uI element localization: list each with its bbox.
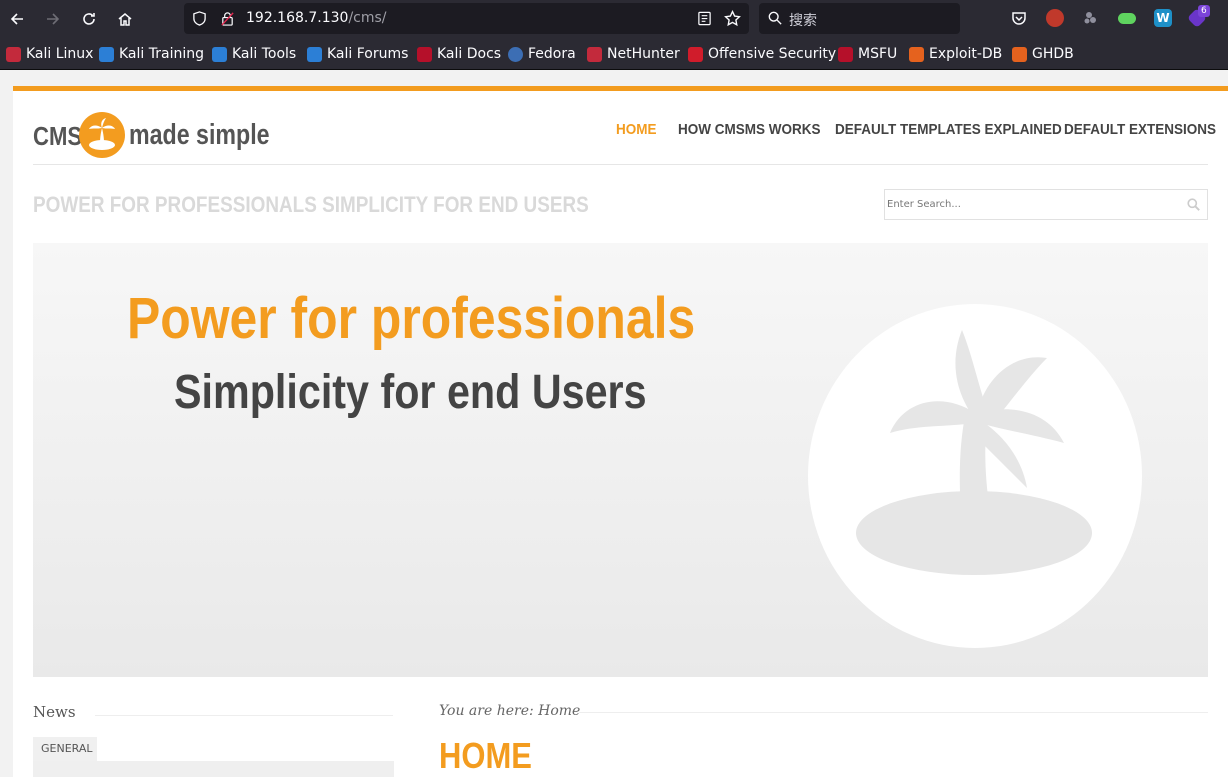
bookmark-label: Fedora <box>528 46 576 62</box>
kali-forums-icon <box>307 46 322 62</box>
bookmark-label: Kali Tools <box>232 46 297 62</box>
url-text[interactable]: 192.168.7.130/cms/ <box>246 10 387 26</box>
site-search-icon[interactable] <box>1187 198 1200 211</box>
page-title: HOME <box>439 735 532 776</box>
extension-fox-icon[interactable] <box>1046 9 1064 27</box>
home-button[interactable] <box>113 7 137 31</box>
extension-badge: 6 <box>1198 5 1210 17</box>
news-content-box <box>33 761 394 777</box>
search-icon <box>768 11 782 25</box>
logo-text-made-simple: made simple <box>129 119 270 151</box>
extension-toggle-icon[interactable] <box>1118 13 1136 24</box>
bookmark-label: Kali Linux <box>26 46 94 62</box>
fedora-icon <box>508 46 523 62</box>
hero-banner: Power for professionals Simplicity for e… <box>33 243 1208 677</box>
pocket-icon[interactable] <box>1010 9 1028 27</box>
site-search-input[interactable]: Enter Search... <box>884 189 1208 220</box>
bookmark-msfu[interactable]: MSFU <box>838 45 897 63</box>
bookmarks-toolbar: Kali Linux Kali Training Kali Tools Kali… <box>0 38 1228 70</box>
forward-arrow-icon <box>47 13 60 25</box>
bookmark-ghdb[interactable]: GHDB <box>1012 45 1074 63</box>
kali-training-icon <box>99 46 114 62</box>
ghdb-icon <box>1012 46 1027 62</box>
bookmark-exploit-db[interactable]: Exploit-DB <box>909 45 1002 63</box>
bookmark-fedora[interactable]: Fedora <box>508 45 576 63</box>
wappalyzer-icon[interactable]: W <box>1154 9 1172 27</box>
banner-headline: Power for professionals <box>127 286 696 351</box>
nethunter-icon <box>587 46 602 62</box>
bookmark-kali-training[interactable]: Kali Training <box>99 45 204 63</box>
bookmark-label: Exploit-DB <box>929 46 1003 62</box>
extension-puzzle-icon[interactable] <box>1082 9 1100 27</box>
bookmark-kali-linux[interactable]: Kali Linux <box>6 45 93 63</box>
kali-docs-icon <box>417 46 432 62</box>
offsec-icon <box>688 46 703 62</box>
bookmark-offensive-security[interactable]: Offensive Security <box>688 45 836 63</box>
shield-icon <box>193 11 206 26</box>
web-page: CMS made simple HOME HOW CMSMS WORKS DEF… <box>13 86 1228 777</box>
browser-toolbar: 192.168.7.130/cms/ 搜索 W 6 <box>0 0 1228 38</box>
back-button[interactable] <box>5 7 29 31</box>
home-icon <box>118 13 132 26</box>
bookmark-kali-forums[interactable]: Kali Forums <box>307 45 408 63</box>
kali-icon <box>6 46 21 62</box>
palm-island-emblem-icon <box>808 304 1142 648</box>
news-divider <box>95 715 393 716</box>
banner-subheadline: Simplicity for end Users <box>174 366 647 419</box>
address-bar[interactable]: 192.168.7.130/cms/ <box>184 3 749 34</box>
reload-button[interactable] <box>77 7 101 31</box>
news-tab-general[interactable]: GENERAL <box>33 737 97 761</box>
site-tagline: POWER FOR PROFESSIONALS SIMPLICITY FOR E… <box>33 192 589 217</box>
back-arrow-icon <box>10 13 23 25</box>
bookmark-label: Offensive Security <box>708 46 837 62</box>
news-heading: News <box>33 703 76 721</box>
breadcrumb: You are here: Home <box>439 703 581 719</box>
browser-search-field[interactable]: 搜索 <box>759 3 960 34</box>
nav-home[interactable]: HOME <box>616 121 657 138</box>
breadcrumb-divider <box>579 712 1208 713</box>
palm-tree-icon <box>79 112 125 158</box>
bookmark-kali-docs[interactable]: Kali Docs <box>417 45 501 63</box>
bookmark-label: GHDB <box>1032 46 1074 62</box>
forward-button[interactable] <box>41 7 65 31</box>
bookmark-label: Kali Forums <box>327 46 409 62</box>
bookmark-label: MSFU <box>858 46 898 62</box>
header-divider <box>33 164 1208 165</box>
reload-icon <box>83 13 95 25</box>
url-host: 192.168.7.130 <box>246 10 349 26</box>
nav-default-templates-explained[interactable]: DEFAULT TEMPLATES EXPLAINED <box>835 121 1062 138</box>
logo-text-cms: CMS <box>33 121 83 151</box>
bookmark-label: Kali Training <box>119 46 204 62</box>
bookmark-star-icon[interactable] <box>724 10 741 27</box>
bookmark-kali-tools[interactable]: Kali Tools <box>212 45 296 63</box>
nav-how-cmsms-works[interactable]: HOW CMSMS WORKS <box>678 121 820 138</box>
msfu-icon <box>838 46 853 62</box>
bookmark-nethunter[interactable]: NetHunter <box>587 45 680 63</box>
kali-tools-icon <box>212 46 227 62</box>
bookmark-label: Kali Docs <box>437 46 502 62</box>
site-logo[interactable]: CMS made simple <box>33 108 270 162</box>
url-path: /cms/ <box>348 10 387 26</box>
bookmark-label: NetHunter <box>607 46 680 62</box>
search-placeholder: 搜索 <box>789 13 817 29</box>
site-search-placeholder: Enter Search... <box>887 199 961 210</box>
nav-default-extensions[interactable]: DEFAULT EXTENSIONS <box>1064 121 1216 138</box>
insecure-lock-icon[interactable] <box>220 11 235 26</box>
reader-view-icon[interactable] <box>697 11 712 26</box>
exploitdb-icon <box>909 46 924 62</box>
